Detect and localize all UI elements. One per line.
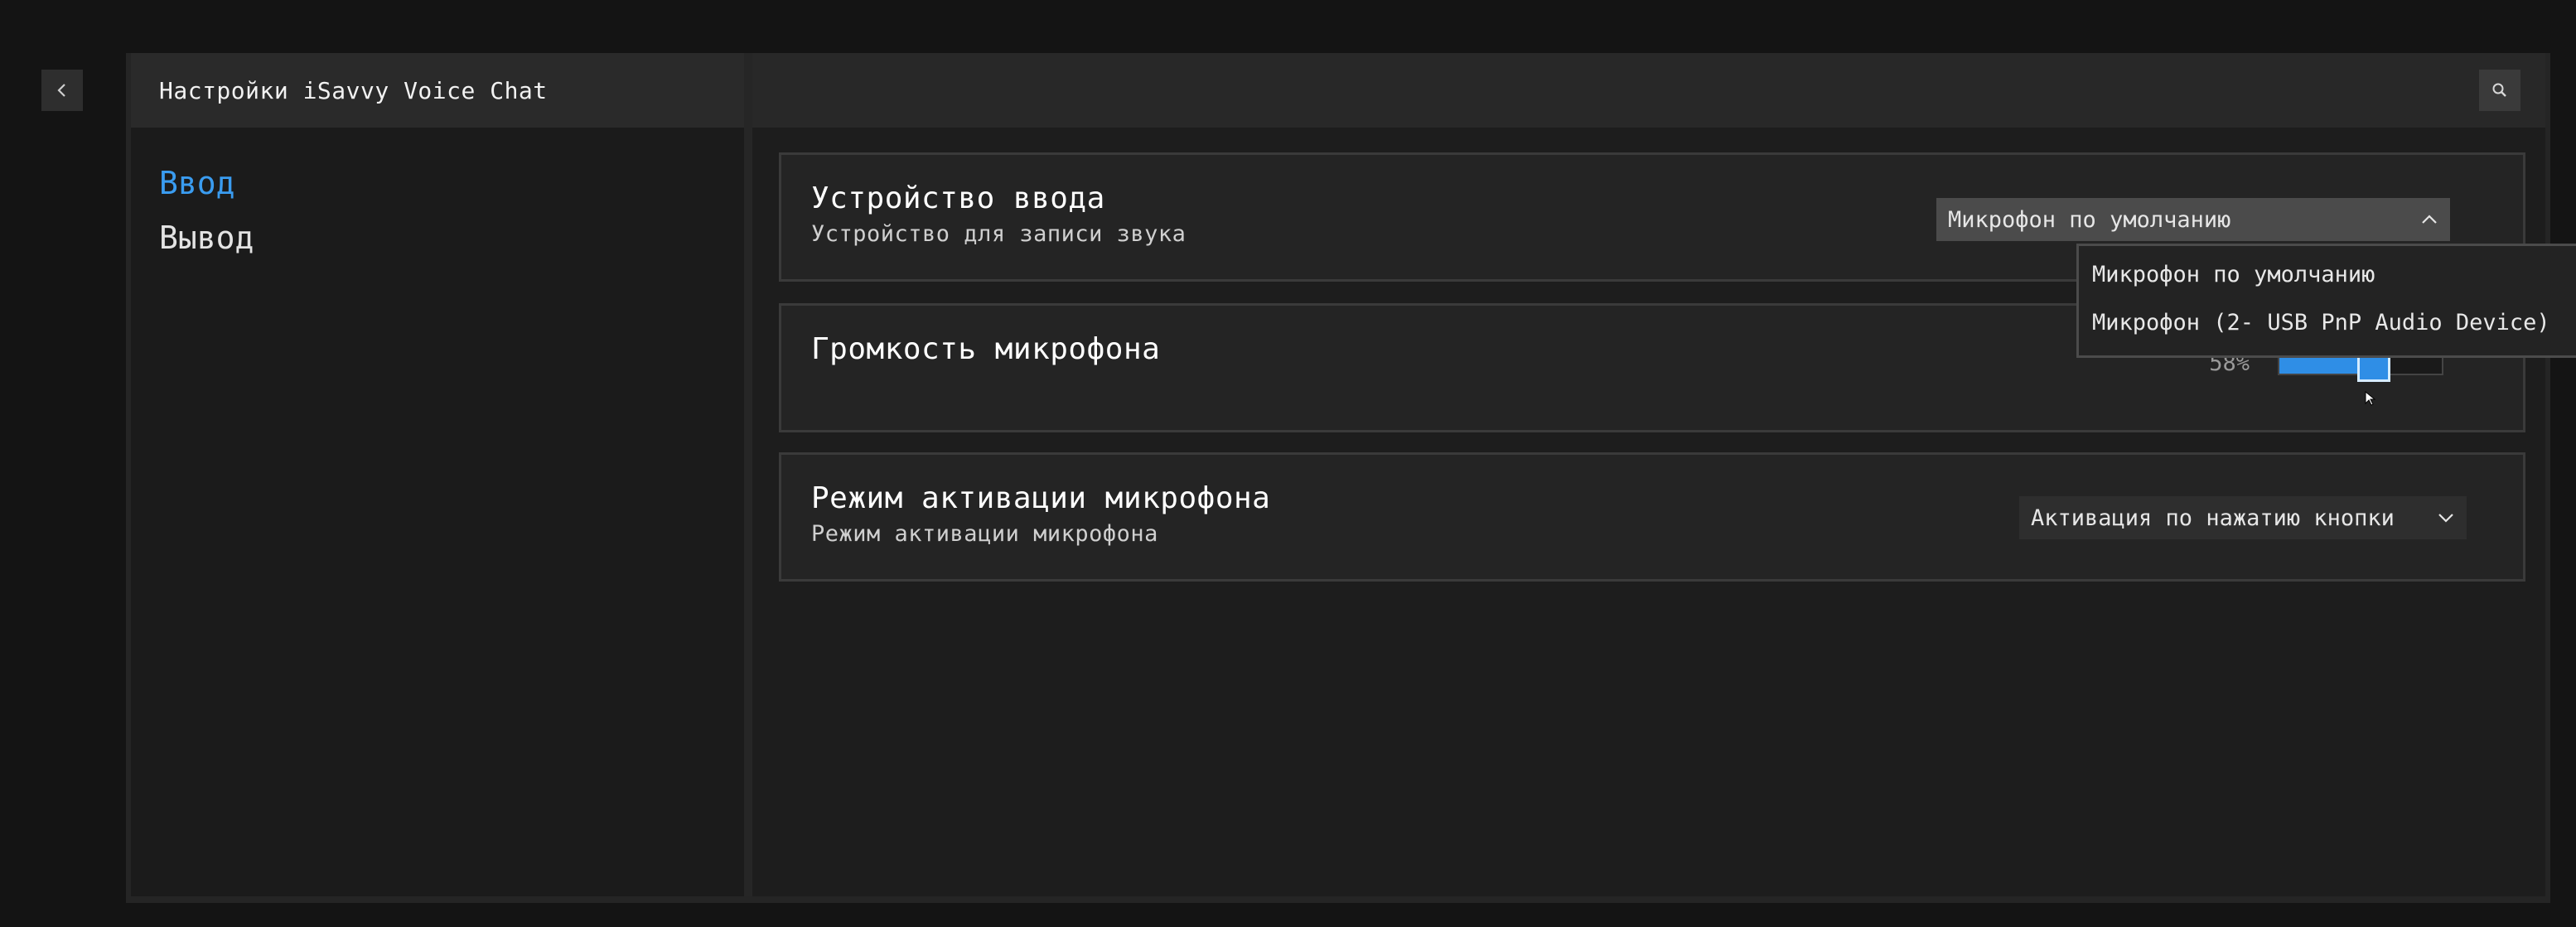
window-title: Настройки iSavvy Voice Chat	[131, 53, 744, 128]
search-icon	[2492, 83, 2506, 97]
settings-content: Устройство ввода Устройство для записи з…	[752, 53, 2576, 896]
content-header	[752, 53, 2545, 128]
sidebar-item-input[interactable]: Ввод	[159, 156, 254, 210]
sidebar-item-output[interactable]: Вывод	[159, 210, 254, 265]
chevron-left-icon	[57, 84, 65, 97]
chevron-up-icon	[2422, 215, 2437, 224]
sidebar: Настройки iSavvy Voice Chat Ввод Вывод	[131, 53, 744, 896]
input-device-dropdown: Микрофон по умолчанию Микрофон (2- USB P…	[2076, 244, 2576, 358]
input-device-option[interactable]: Микрофон по умолчанию	[2079, 251, 2576, 299]
input-device-title: Устройство ввода	[811, 181, 1105, 215]
sidebar-nav: Ввод Вывод	[159, 156, 254, 265]
input-device-select[interactable]: Микрофон по умолчанию	[1936, 198, 2450, 241]
activation-mode-description: Режим активации микрофона	[811, 521, 1158, 547]
activation-mode-select[interactable]: Активация по нажатию кнопки	[2019, 496, 2467, 539]
input-device-selected: Микрофон по умолчанию	[1948, 206, 2231, 233]
chevron-down-icon	[2438, 514, 2453, 523]
activation-mode-card: Режим активации микрофона Режим активаци…	[779, 452, 2525, 582]
activation-mode-title: Режим активации микрофона	[811, 481, 1271, 515]
mic-volume-title: Громкость микрофона	[811, 332, 1161, 366]
input-device-option[interactable]: Микрофон (2- USB PnP Audio Device)	[2079, 299, 2576, 347]
back-button[interactable]	[41, 70, 83, 111]
panel-divider	[744, 53, 752, 896]
search-button[interactable]	[2479, 70, 2520, 111]
mouse-cursor-icon	[2365, 391, 2376, 406]
input-device-description: Устройство для записи звука	[811, 221, 1187, 247]
settings-window: Настройки iSavvy Voice Chat Ввод Вывод У…	[126, 53, 2576, 903]
activation-mode-selected: Активация по нажатию кнопки	[2031, 505, 2395, 531]
